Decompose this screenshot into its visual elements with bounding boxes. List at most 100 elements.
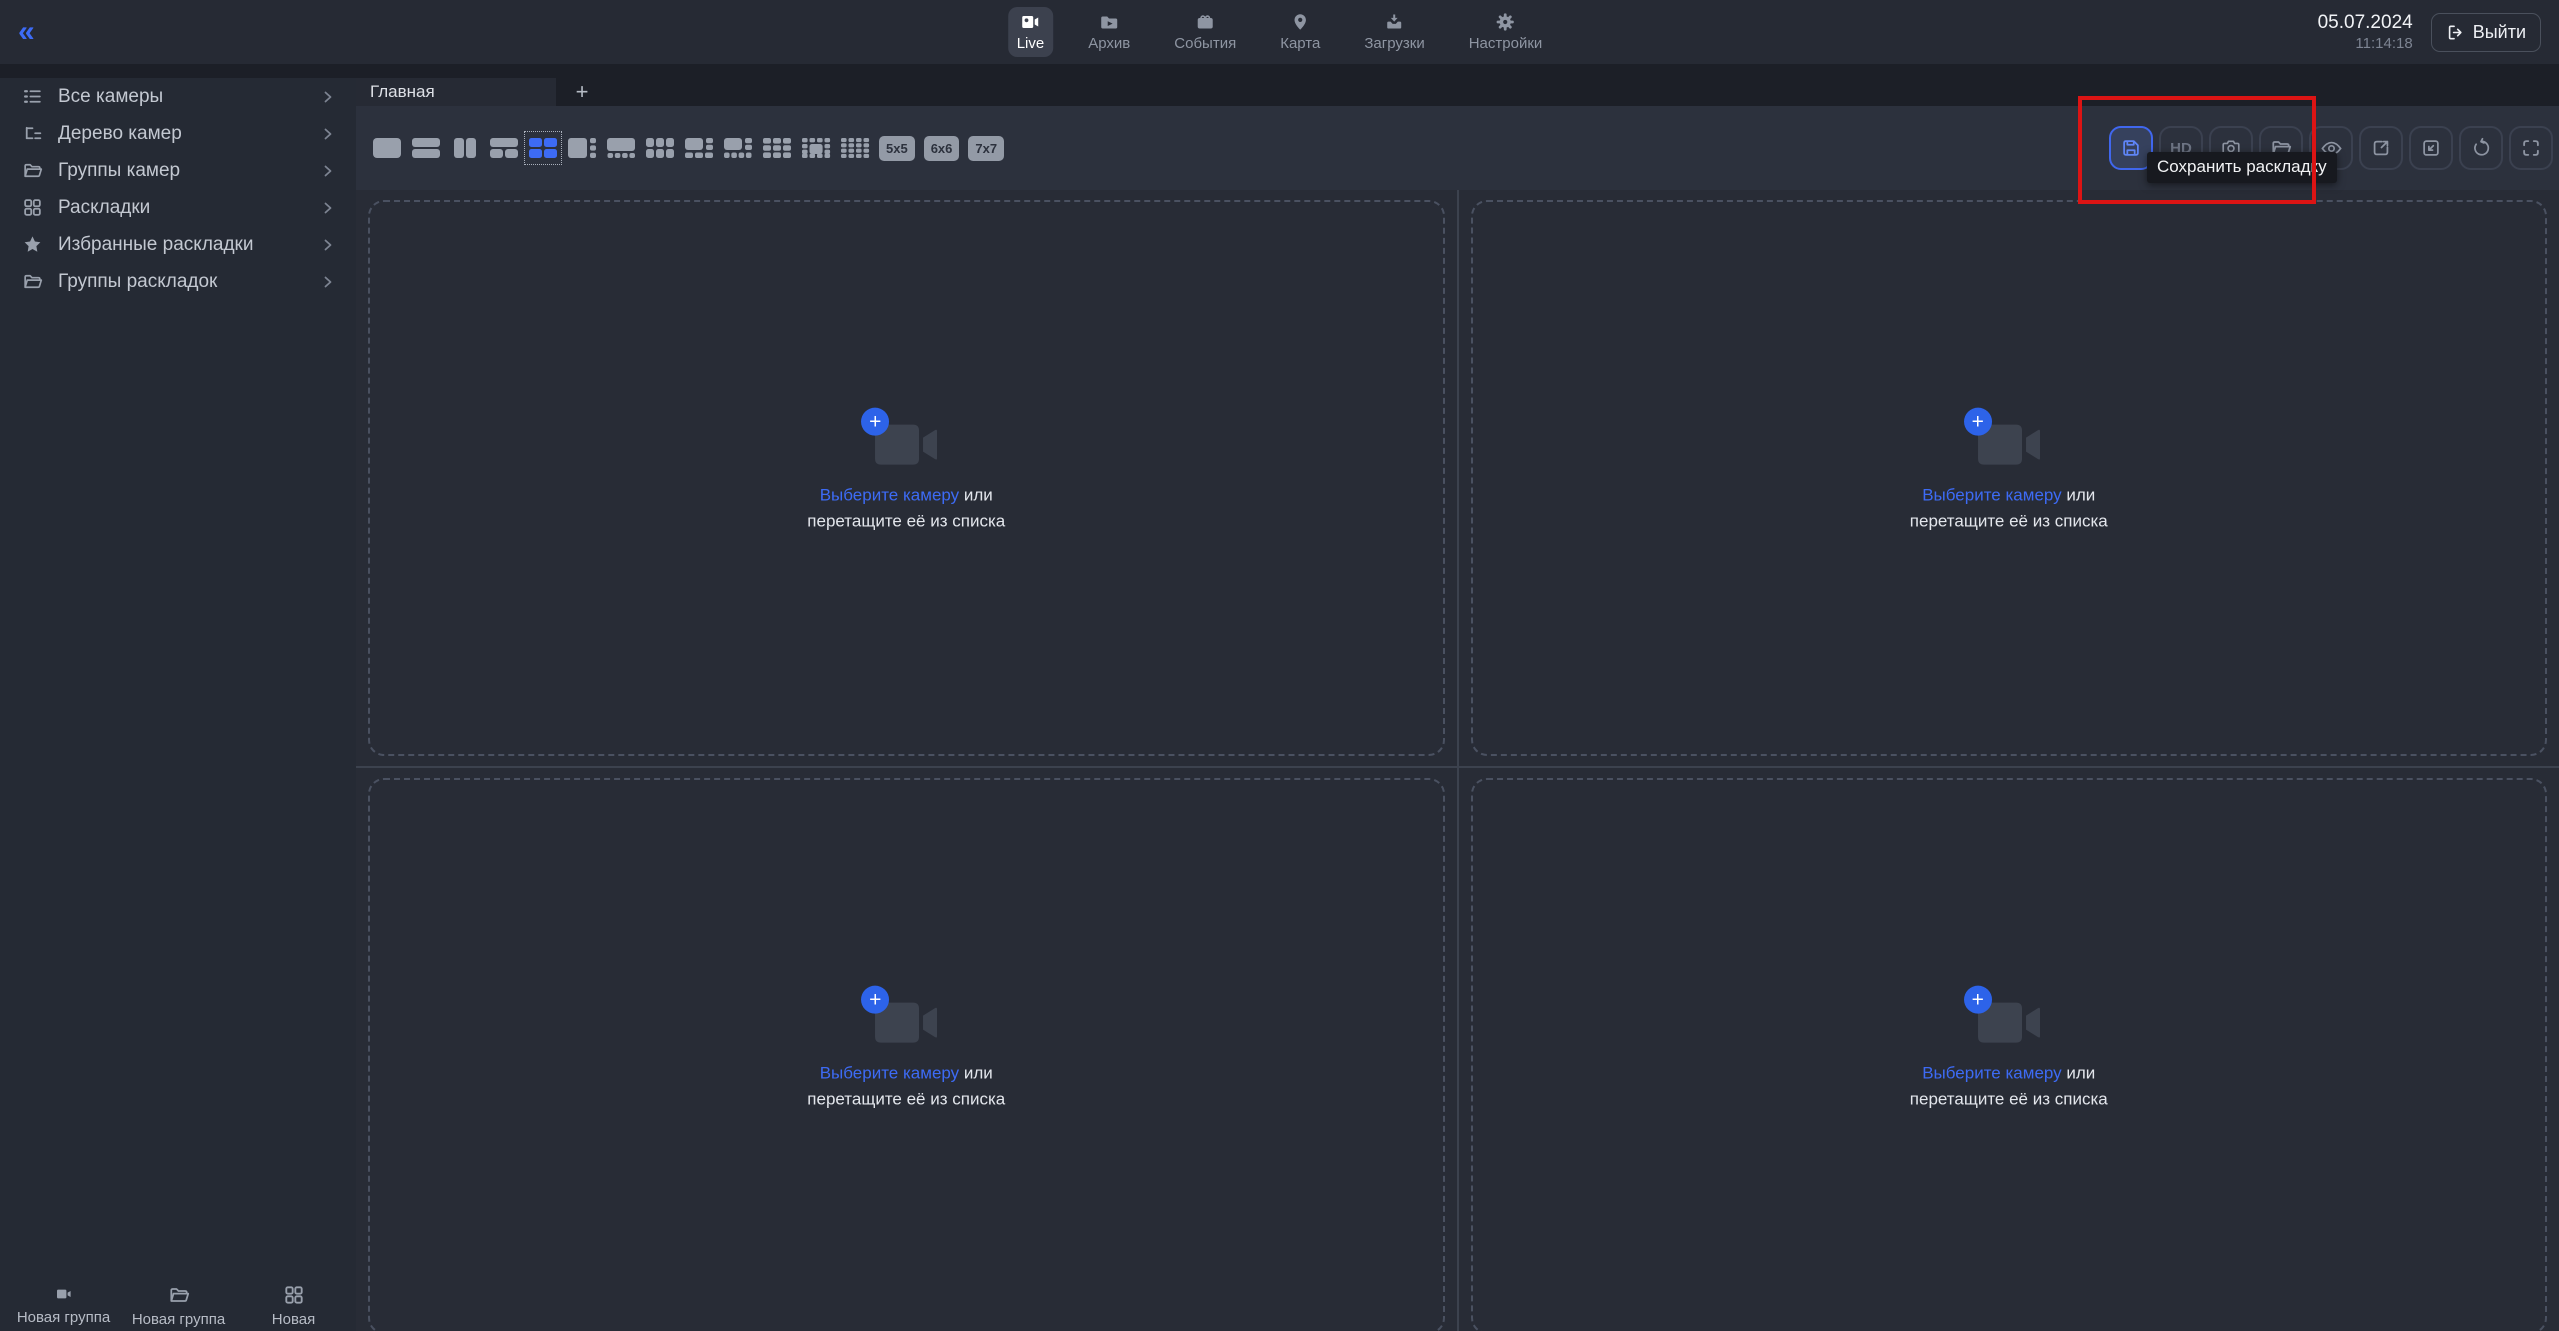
nav-archive[interactable]: Архив	[1079, 7, 1139, 57]
nav-label: Live	[1017, 35, 1045, 52]
camera-grid: + Выберите камеру или перетащите её из с…	[356, 190, 2559, 1331]
button-label-line1: Новая	[272, 1311, 315, 1330]
refresh-button[interactable]	[2459, 126, 2503, 170]
star-icon	[22, 234, 43, 255]
main-navigation: Live Архив События Карта	[1008, 0, 1552, 64]
sidebar-item-label: Группы камер	[58, 160, 320, 182]
tab-label: Главная	[370, 82, 435, 102]
add-camera-button[interactable]: +	[1964, 986, 1992, 1014]
fullscreen-icon	[2520, 137, 2542, 159]
layout-3x3-icon[interactable]	[762, 135, 792, 161]
camera-slot-1[interactable]: + Выберите камеру или перетащите её из с…	[356, 190, 1457, 766]
chevron-right-icon	[320, 163, 336, 179]
datetime: 05.07.2024 11:14:18	[2318, 11, 2413, 54]
share-button[interactable]	[2359, 126, 2403, 170]
chevron-right-icon	[320, 126, 336, 142]
add-camera-button[interactable]: +	[861, 408, 889, 436]
placeholder-rest: или	[959, 1064, 993, 1083]
nav-live[interactable]: Live	[1008, 7, 1054, 57]
list-icon	[22, 86, 43, 107]
layout-2rows-icon[interactable]	[411, 135, 441, 161]
sidebar-item-label: Раскладки	[58, 197, 320, 219]
layout-1plus5-icon[interactable]	[684, 135, 714, 161]
refresh-icon	[2470, 137, 2492, 159]
placeholder-line2: перетащите её из списка	[807, 512, 1005, 531]
camera-slot-3[interactable]: + Выберите камеру или перетащите её из с…	[356, 768, 1457, 1331]
current-time: 11:14:18	[2318, 35, 2413, 54]
new-camera-group-button[interactable]: Новая группа камер	[6, 1284, 121, 1331]
sidebar-item-layouts[interactable]: Раскладки	[0, 189, 356, 226]
map-pin-icon	[1289, 12, 1311, 32]
layout-5x5-button[interactable]: 5x5	[879, 136, 915, 161]
add-camera-button[interactable]: +	[861, 986, 889, 1014]
chevron-right-icon	[320, 237, 336, 253]
button-label-line2: камер	[42, 1327, 84, 1331]
button-label-line1: Новая группа	[132, 1311, 225, 1330]
layout-2x2-icon[interactable]	[528, 135, 558, 161]
nav-label: Архив	[1088, 35, 1130, 52]
sidebar: Все камеры Дерево камер Группы камер	[0, 78, 356, 1331]
nav-settings[interactable]: Настройки	[1460, 7, 1552, 57]
layout-picker: 5x5 6x6 7x7	[372, 135, 1004, 161]
nav-map[interactable]: Карта	[1271, 7, 1329, 57]
new-layout-group-button[interactable]: Новая группа раскладок	[121, 1284, 236, 1331]
minimize-arrow-icon	[2420, 137, 2442, 159]
nav-downloads[interactable]: Загрузки	[1355, 7, 1433, 57]
grid-icon	[283, 1284, 305, 1306]
layout-3x2-icon[interactable]	[645, 135, 675, 161]
camera-placeholder: + Выберите камеру или перетащите её из с…	[1910, 999, 2108, 1114]
camera-slot-2[interactable]: + Выберите камеру или перетащите её из с…	[1459, 190, 2559, 766]
select-camera-link[interactable]: Выберите камеру	[1922, 486, 2061, 505]
placeholder-rest: или	[959, 486, 993, 505]
layout-1plus4-icon[interactable]	[606, 135, 636, 161]
vms-app: « Live Архив События	[0, 0, 2559, 1331]
button-label-line1: Новая группа	[17, 1309, 110, 1328]
chevron-right-icon	[320, 274, 336, 290]
sidebar-item-layout-groups[interactable]: Группы раскладок	[0, 263, 356, 300]
logout-icon	[2446, 23, 2465, 42]
nav-label: Загрузки	[1364, 35, 1424, 52]
placeholder-text: Выберите камеру или перетащите её из спи…	[807, 483, 1005, 536]
events-calendar-icon	[1194, 12, 1216, 32]
layout-1plus2-icon[interactable]	[489, 135, 519, 161]
sidebar-collapse-button[interactable]: «	[18, 17, 33, 47]
select-camera-link[interactable]: Выберите камеру	[820, 1064, 959, 1083]
placeholder-line2: перетащите её из списка	[1910, 512, 2108, 531]
logout-label: Выйти	[2473, 22, 2526, 43]
sidebar-item-favorite-layouts[interactable]: Избранные раскладки	[0, 226, 356, 263]
archive-folder-icon	[1098, 12, 1120, 32]
add-camera-button[interactable]: +	[1964, 408, 1992, 436]
layout-1plus7-icon[interactable]	[723, 135, 753, 161]
add-tab-button[interactable]: +	[556, 78, 608, 106]
placeholder-text: Выберите камеру или перетащите её из спи…	[1910, 1061, 2108, 1114]
tree-icon	[22, 123, 43, 144]
layout-7x7-button[interactable]: 7x7	[968, 136, 1004, 161]
layout-1plus3-icon[interactable]	[567, 135, 597, 161]
select-camera-link[interactable]: Выберите камеру	[820, 486, 959, 505]
sidebar-item-camera-groups[interactable]: Группы камер	[0, 152, 356, 189]
chevron-right-icon	[320, 200, 336, 216]
layout-1x1-icon[interactable]	[372, 135, 402, 161]
camera-slot-4[interactable]: + Выберите камеру или перетащите её из с…	[1459, 768, 2559, 1331]
placeholder-text: Выберите камеру или перетащите её из спи…	[1910, 483, 2108, 536]
sidebar-item-camera-tree[interactable]: Дерево камер	[0, 115, 356, 152]
minimize-window-button[interactable]	[2409, 126, 2453, 170]
tab-main[interactable]: Главная	[356, 78, 556, 106]
current-date: 05.07.2024	[2318, 11, 2413, 35]
nav-events[interactable]: События	[1165, 7, 1245, 57]
layout-2cols-icon[interactable]	[450, 135, 480, 161]
layout-4x4-icon[interactable]	[840, 135, 870, 161]
select-camera-link[interactable]: Выберите камеру	[1922, 1064, 2061, 1083]
live-camera-icon	[1019, 12, 1041, 32]
layout-6x6-button[interactable]: 6x6	[924, 136, 960, 161]
camera-placeholder: + Выберите камеру или перетащите её из с…	[807, 999, 1005, 1114]
placeholder-line2: перетащите её из списка	[807, 1090, 1005, 1109]
downloads-tray-icon	[1384, 12, 1406, 32]
fullscreen-button[interactable]	[2509, 126, 2553, 170]
grid-icon	[22, 197, 43, 218]
placeholder-rest: или	[2062, 486, 2096, 505]
new-layout-button[interactable]: Новая раскладка	[236, 1284, 351, 1331]
logout-button[interactable]: Выйти	[2431, 13, 2541, 52]
sidebar-item-all-cameras[interactable]: Все камеры	[0, 78, 356, 115]
layout-1plus12-icon[interactable]	[801, 135, 831, 161]
